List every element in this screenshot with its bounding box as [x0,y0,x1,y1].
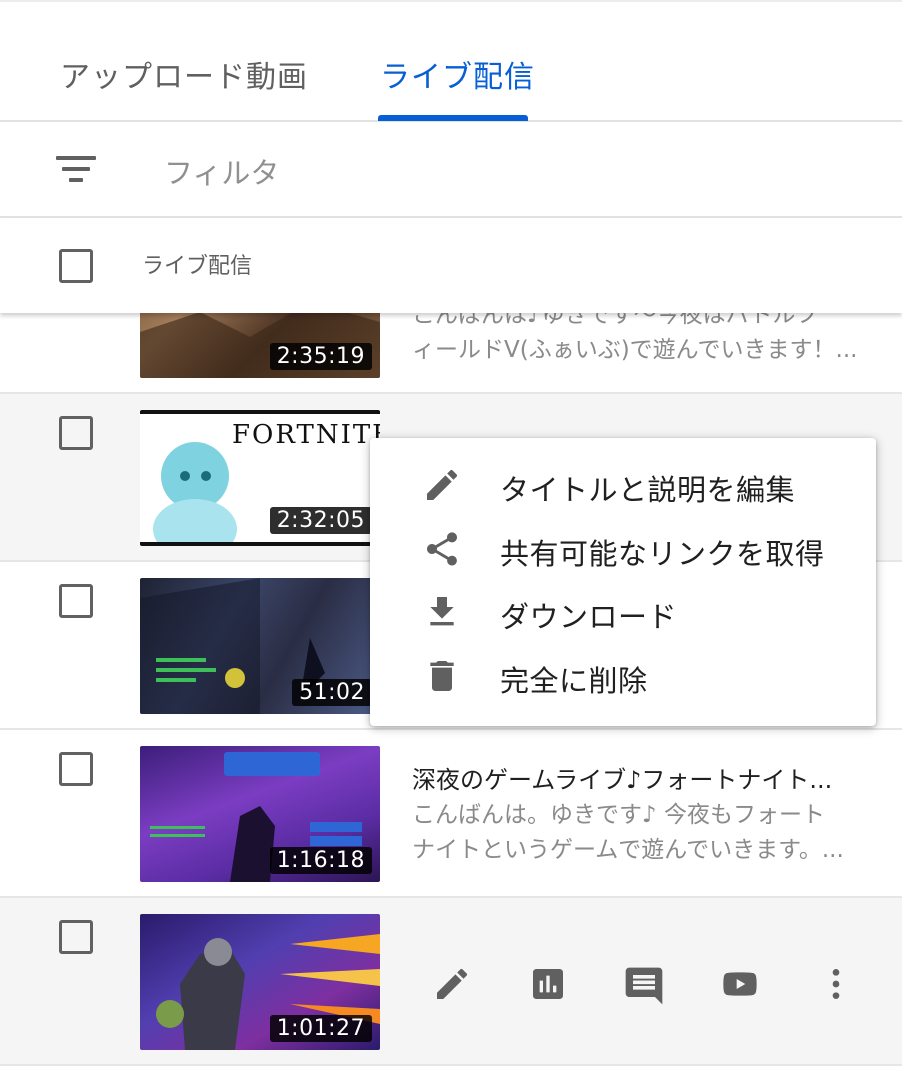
video-duration: 51:02 [292,679,372,706]
select-all-checkbox[interactable] [59,249,93,283]
menu-item-label: ダウンロード [500,600,678,634]
filter-input[interactable]: フィルタ [164,150,279,192]
thumbnail-fortnite-text: FORTNITE [232,420,380,450]
download-icon [430,597,454,626]
row-actions [0,912,902,1052]
pencil-icon[interactable] [432,964,472,1004]
video-thumbnail[interactable]: 51:02 [140,578,380,714]
filter-list-icon[interactable] [56,156,96,184]
row-checkbox[interactable] [59,416,93,450]
video-description: こんばんは。ゆきです♪ 今夜もフォート ナイトというゲームで遊んでいきます。..… [412,802,844,863]
video-duration: 2:32:05 [269,507,372,534]
list-header-label: ライブ配信 [142,254,253,279]
menu-item-edit[interactable]: タイトルと説明を編集 [370,453,876,515]
context-menu: タイトルと説明を編集 共有可能なリンクを取得 ダウンロード 完全に削除 [370,438,876,726]
row-checkbox[interactable] [59,752,93,786]
menu-item-label: 完全に削除 [500,664,648,698]
filter-bar: フィルタ [0,122,902,218]
menu-item-label: タイトルと説明を編集 [500,473,796,507]
share-icon [427,532,457,566]
menu-item-delete[interactable]: 完全に削除 [370,644,876,706]
menu-item-download[interactable]: ダウンロード [370,580,876,642]
trash-icon [430,661,454,691]
tab-uploads[interactable]: アップロード動画 [60,52,308,96]
pencil-icon [427,469,458,500]
menu-item-label: 共有可能なリンクを取得 [500,537,825,571]
video-thumbnail[interactable]: FORTNITE 2:32:05 [140,410,380,546]
menu-item-share-link[interactable]: 共有可能なリンクを取得 [370,517,876,579]
video-duration: 2:35:19 [269,343,372,370]
list-header: ライブ配信 [0,218,902,313]
video-duration: 1:16:18 [269,847,372,874]
analytics-icon[interactable] [528,964,568,1004]
row-checkbox[interactable] [59,584,93,618]
video-row[interactable]: 1:16:18 深夜のゲームライブ♪フォートナイト... こんばんは。ゆきです♪… [0,730,902,898]
video-title[interactable]: 深夜のゲームライブ♪フォートナイト... [412,760,872,795]
comments-icon[interactable] [622,964,666,1008]
tab-live[interactable]: ライブ配信 [380,52,535,96]
video-thumbnail[interactable]: 1:16:18 [140,746,380,882]
youtube-icon[interactable] [718,964,762,1004]
tab-bar: アップロード動画 ライブ配信 [0,0,902,122]
more-vert-icon[interactable] [816,964,856,1004]
tab-indicator [378,115,528,121]
